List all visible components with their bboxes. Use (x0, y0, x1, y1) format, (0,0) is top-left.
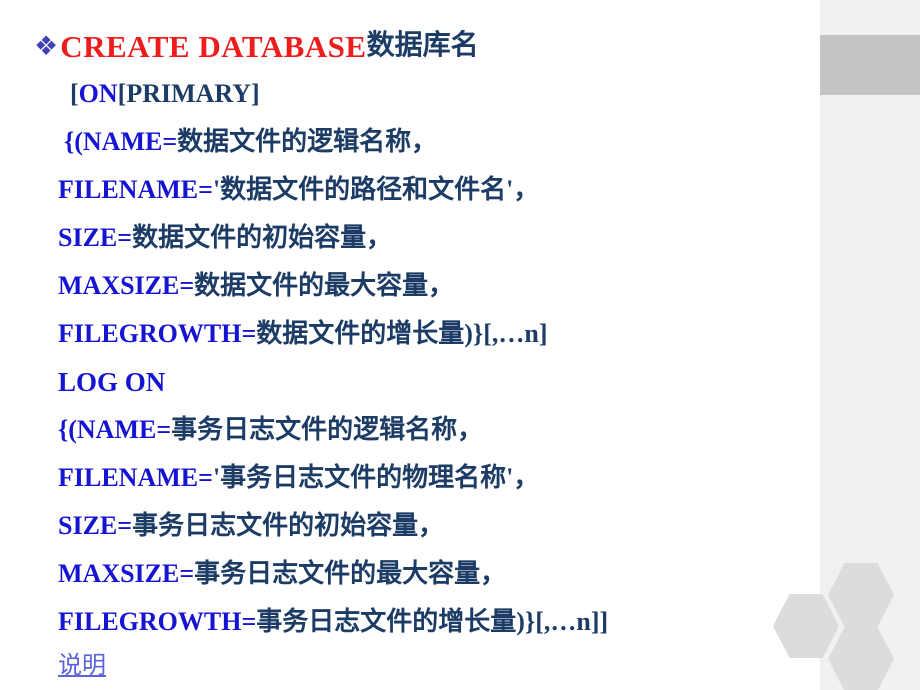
syntax-line-12: MAXSIZE= 事务日志文件的最大容量， (34, 550, 814, 598)
keyword-filename-log: FILENAME= (58, 463, 213, 492)
clause-primary: [PRIMARY] (117, 79, 260, 108)
syntax-line-8: LOG ON (34, 358, 814, 406)
syntax-text-block: ❖ CREATE DATABASE 数据库名 [ON [PRIMARY] {(NAM… (34, 22, 814, 686)
syntax-line-3: {(NAME= 数据文件的逻辑名称， (34, 118, 814, 166)
keyword-name-data: {(NAME= (64, 127, 178, 156)
syntax-line-11: SIZE= 事务日志文件的初始容量， (34, 502, 814, 550)
slide-canvas: ❖ CREATE DATABASE 数据库名 [ON [PRIMARY] {(NAM… (0, 0, 920, 690)
keyword-maxsize-data: MAXSIZE= (58, 271, 195, 300)
keyword-size-log: SIZE= (58, 511, 133, 540)
keyword-name-log: {(NAME= (58, 415, 172, 444)
argument-data-initial-size: 数据文件的初始容量， (132, 223, 393, 252)
syntax-line-9: {(NAME= 事务日志文件的逻辑名称， (34, 406, 814, 454)
keyword-maxsize-log: MAXSIZE= (58, 559, 195, 588)
argument-log-logical-name: 事务日志文件的逻辑名称， (171, 415, 484, 444)
keyword-filename-data: FILENAME= (58, 175, 213, 204)
argument-log-max-size: 事务日志文件的最大容量， (194, 559, 507, 588)
syntax-line-1: ❖ CREATE DATABASE 数据库名 (34, 22, 814, 70)
syntax-line-13: FILEGROWTH= 事务日志文件的增长量) }[,…n]] (34, 598, 814, 646)
argument-database-name: 数据库名 (366, 30, 479, 61)
syntax-line-14: 说明 (34, 646, 814, 686)
syntax-line-2: [ON [PRIMARY] (34, 70, 814, 118)
argument-data-max-size: 数据文件的最大容量， (194, 271, 455, 300)
argument-log-growth: 事务日志文件的增长量) (256, 607, 525, 636)
argument-log-initial-size: 事务日志文件的初始容量， (132, 511, 445, 540)
repeat-marker-data: }[,…n] (472, 319, 548, 348)
argument-log-physical-name: '事务日志文件的物理名称'， (212, 463, 540, 492)
keyword-create-database: CREATE DATABASE (60, 28, 367, 64)
keyword-filegrowth-data: FILEGROWTH= (58, 319, 257, 348)
keyword-filegrowth-log: FILEGROWTH= (58, 607, 257, 636)
argument-data-file-path: '数据文件的路径和文件名'， (212, 175, 540, 204)
argument-data-growth: 数据文件的增长量) (256, 319, 473, 348)
keyword-size-data: SIZE= (58, 223, 133, 252)
syntax-line-6: MAXSIZE= 数据文件的最大容量， (34, 262, 814, 310)
explanation-hyperlink[interactable]: 说明 (58, 654, 106, 678)
keyword-on: ON (78, 79, 118, 108)
syntax-line-10: FILENAME= '事务日志文件的物理名称'， (34, 454, 814, 502)
syntax-line-7: FILEGROWTH= 数据文件的增长量)}[,…n] (34, 310, 814, 358)
argument-data-logical-name: 数据文件的逻辑名称， (177, 127, 438, 156)
bracket-open-on: [ (70, 79, 79, 108)
syntax-line-5: SIZE= 数据文件的初始容量， (34, 214, 814, 262)
decorative-gray-block (820, 35, 920, 95)
diamond-bullet-icon: ❖ (34, 30, 59, 61)
keyword-log-on: LOG ON (58, 366, 166, 397)
syntax-line-4: FILENAME= '数据文件的路径和文件名'， (34, 166, 814, 214)
repeat-marker-log: }[,…n]] (524, 607, 609, 636)
